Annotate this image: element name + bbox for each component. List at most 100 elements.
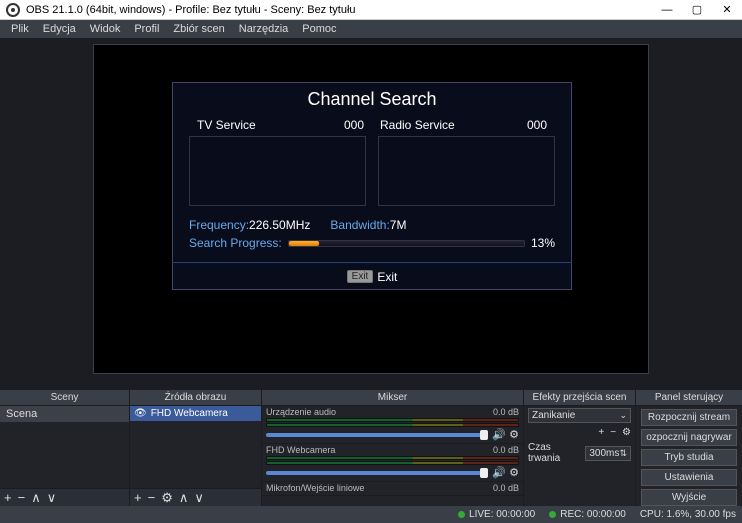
plus-icon[interactable]: + <box>4 490 12 505</box>
frequency-label: Frequency: <box>189 218 249 232</box>
service-counts-row: TV Service 000 Radio Service 000 <box>173 118 571 136</box>
rec-dot-icon <box>549 511 556 518</box>
mixer-meter <box>266 423 519 427</box>
plus-icon[interactable]: + <box>134 490 142 505</box>
mixer-meter <box>266 418 519 422</box>
progress-bar <box>288 240 525 247</box>
menu-zbior-scen[interactable]: Zbiór scen <box>166 23 231 35</box>
status-cpu: CPU: 1.6%, 30.00 fps <box>640 509 736 520</box>
transitions-body: Zanikanie⌄ + − ⚙ Czas trwania 300ms⇅ <box>524 406 635 506</box>
gear-icon[interactable]: ⚙ <box>509 466 519 479</box>
service-list-row <box>173 136 571 216</box>
mixer-ch-level: 0.0 dB <box>493 407 519 417</box>
menubar: Plik Edycja Widok Profil Zbiór scen Narz… <box>0 20 742 38</box>
start-stream-button[interactable]: Rozpocznij stream <box>641 409 737 426</box>
duration-label: Czas trwania <box>528 442 582 464</box>
progress-percent: 13% <box>531 236 555 250</box>
start-record-button[interactable]: ozpocznij nagrywar <box>641 429 737 446</box>
progress-fill <box>289 241 320 246</box>
frequency-value: 226.50MHz <box>249 218 310 232</box>
frequency-row: Frequency:226.50MHz Bandwidth:7M <box>173 216 571 234</box>
bandwidth-value: 7M <box>390 218 407 232</box>
source-item[interactable]: 👁 FHD Webcamera <box>130 406 261 421</box>
mixer-meter <box>266 461 519 465</box>
menu-pomoc[interactable]: Pomoc <box>295 23 343 35</box>
minus-icon[interactable]: − <box>610 427 616 438</box>
progress-row: Search Progress: 13% <box>173 234 571 258</box>
live-dot-icon <box>458 511 465 518</box>
spinner-icon: ⇅ <box>619 448 627 459</box>
preview-area: Channel Search TV Service 000 Radio Serv… <box>0 38 742 390</box>
close-button[interactable]: ✕ <box>712 0 742 19</box>
exit-key-badge: Exit <box>347 270 374 283</box>
radio-service-count: 000 <box>527 118 547 132</box>
studio-mode-button[interactable]: Tryb studia <box>641 449 737 466</box>
mixer-panel: Mikser Urządzenie audio0.0 dB 🔊⚙ FHD Web… <box>262 390 524 506</box>
volume-slider[interactable] <box>266 471 488 475</box>
channel-search-title: Channel Search <box>173 83 571 118</box>
transition-select[interactable]: Zanikanie⌄ <box>528 408 631 423</box>
tv-service-list <box>189 136 366 206</box>
exit-button[interactable]: Exit Exit <box>347 270 398 284</box>
maximize-button[interactable]: ▢ <box>682 0 712 19</box>
minimize-button[interactable]: — <box>652 0 682 19</box>
duration-input[interactable]: 300ms⇅ <box>585 446 631 461</box>
controls-panel: Panel sterujący Rozpocznij stream ozpocz… <box>636 390 742 506</box>
controls-title: Panel sterujący <box>636 390 742 406</box>
volume-slider[interactable] <box>266 433 488 437</box>
minus-icon[interactable]: − <box>18 490 26 505</box>
mixer-ch-level: 0.0 dB <box>493 483 519 493</box>
gear-icon[interactable]: ⚙ <box>509 428 519 441</box>
window-title: OBS 21.1.0 (64bit, windows) - Profile: B… <box>26 4 652 16</box>
mixer-meter <box>266 456 519 460</box>
down-icon[interactable]: ∨ <box>194 490 204 506</box>
minus-icon[interactable]: − <box>148 490 156 505</box>
gear-icon[interactable]: ⚙ <box>622 427 631 438</box>
status-rec: REC: 00:00:00 <box>549 509 626 520</box>
mixer-ch-name: Mikrofon/Wejście liniowe <box>266 483 364 493</box>
controls-body: Rozpocznij stream ozpocznij nagrywar Try… <box>636 406 742 506</box>
speaker-icon[interactable]: 🔊 <box>492 428 506 441</box>
status-bar: LIVE: 00:00:00 REC: 00:00:00 CPU: 1.6%, … <box>0 506 742 523</box>
window-buttons: — ▢ ✕ <box>652 0 742 19</box>
mixer-channel: Mikrofon/Wejście liniowe 0.0 dB <box>262 482 523 496</box>
speaker-icon[interactable]: 🔊 <box>492 466 506 479</box>
menu-profil[interactable]: Profil <box>127 23 166 35</box>
mixer-channel: Urządzenie audio0.0 dB 🔊⚙ <box>262 406 523 444</box>
scenes-list[interactable]: Scena + − ∧ ∨ <box>0 406 129 506</box>
exit-button[interactable]: Wyjście <box>641 489 737 506</box>
gear-icon[interactable]: ⚙ <box>161 490 173 506</box>
settings-button[interactable]: Ustawienia <box>641 469 737 486</box>
mixer-ch-level: 0.0 dB <box>493 445 519 455</box>
tv-service-count: 000 <box>344 118 364 132</box>
sources-title: Źródła obrazu <box>130 390 261 406</box>
exit-label: Exit <box>377 270 397 284</box>
channel-search-dialog: Channel Search TV Service 000 Radio Serv… <box>172 82 572 290</box>
menu-plik[interactable]: Plik <box>4 23 36 35</box>
down-icon[interactable]: ∨ <box>47 490 57 506</box>
up-icon[interactable]: ∧ <box>31 490 41 506</box>
bandwidth-label: Bandwidth: <box>330 218 389 232</box>
menu-widok[interactable]: Widok <box>83 23 128 35</box>
scenes-toolbar: + − ∧ ∨ <box>0 488 129 506</box>
panels: Sceny Scena + − ∧ ∨ Źródła obrazu 👁 FHD … <box>0 390 742 506</box>
tv-service-label: TV Service <box>197 118 256 132</box>
menu-edycja[interactable]: Edycja <box>36 23 83 35</box>
app-icon <box>6 3 20 17</box>
scene-item[interactable]: Scena <box>0 406 129 422</box>
menu-narzedzia[interactable]: Narzędzia <box>232 23 296 35</box>
sources-list[interactable]: 👁 FHD Webcamera + − ⚙ ∧ ∨ <box>130 406 261 506</box>
scenes-title: Sceny <box>0 390 129 406</box>
mixer-channel: FHD Webcamera 0.0 dB 🔊⚙ <box>262 444 523 482</box>
progress-label: Search Progress: <box>189 236 282 250</box>
preview-canvas[interactable]: Channel Search TV Service 000 Radio Serv… <box>93 44 649 374</box>
up-icon[interactable]: ∧ <box>179 490 189 506</box>
mixer-ch-name: FHD Webcamera <box>266 445 335 455</box>
radio-service-list <box>378 136 555 206</box>
exit-row: Exit Exit <box>173 263 571 289</box>
titlebar: OBS 21.1.0 (64bit, windows) - Profile: B… <box>0 0 742 20</box>
scenes-panel: Sceny Scena + − ∧ ∨ <box>0 390 130 506</box>
eye-icon[interactable]: 👁 <box>134 408 147 419</box>
plus-icon[interactable]: + <box>598 427 604 438</box>
source-name: FHD Webcamera <box>151 408 228 419</box>
